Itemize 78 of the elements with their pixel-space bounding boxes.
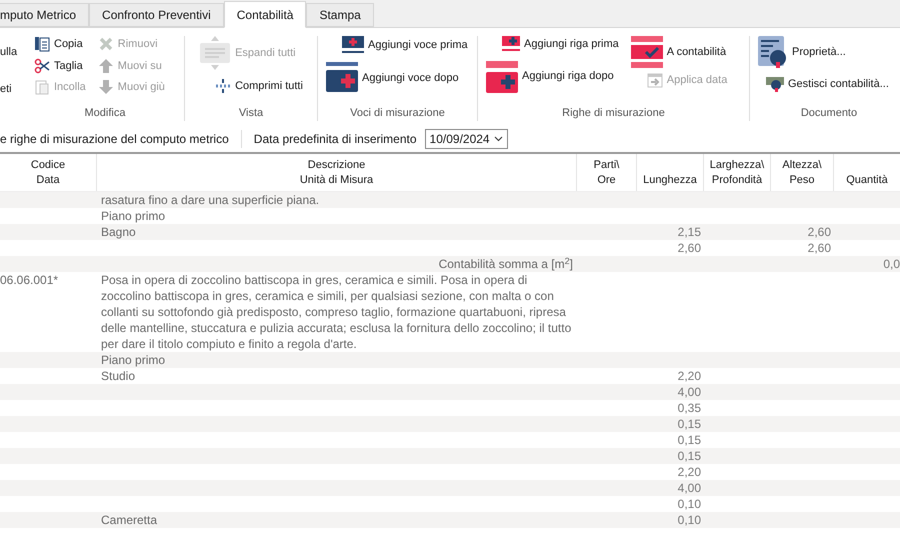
table-row[interactable]: rasatura fino a dare una superficie piana. (0, 192, 900, 208)
table-row[interactable]: Piano primo (0, 352, 900, 368)
table-cell: 06.06.001* (0, 273, 58, 287)
ribbon-button[interactable]: Comprimi tutti (215, 78, 303, 94)
collapse-icon (215, 78, 232, 94)
table-cell: 0,10 (678, 497, 701, 511)
ribbon-button[interactable]: eti (0, 80, 30, 97)
add-above-icon (342, 36, 364, 54)
table-cell: 0,10 (678, 513, 701, 527)
option-label: e righe di misurazione del computo metrico (0, 130, 242, 148)
table-cell: 2,20 (678, 369, 701, 383)
table-cell: 0,0 (883, 257, 900, 271)
column-header[interactable]: Lunghezza (637, 154, 704, 191)
table-row[interactable]: Bagno 2,15 2,60 (0, 224, 900, 240)
option-label: Data predefinita di inserimento (252, 130, 418, 148)
table-cell: Bagno (101, 225, 136, 239)
ribbon-button[interactable]: Aggiungi voce prima (342, 36, 468, 54)
group-label: Documento (800, 106, 858, 120)
column-header[interactable]: Descrizione Unità di Misura (97, 154, 577, 191)
ribbon-tab[interactable]: Stampa (306, 3, 374, 27)
column-header[interactable]: Larghezza\ Profondità (704, 154, 771, 191)
table-row[interactable]: 0,15 (0, 448, 900, 464)
table-cell: 0,15 (678, 433, 701, 447)
add-below-icon (326, 62, 358, 94)
column-header[interactable]: Quantità (834, 154, 900, 191)
table-cell: Studio (101, 369, 136, 383)
group-label: Vista (238, 106, 264, 120)
table-cell: Cameretta (101, 513, 158, 527)
group-label: Voci di misurazione (349, 106, 446, 120)
table-cell: 4,00 (678, 481, 701, 495)
column-header[interactable]: Codice Data (0, 154, 97, 191)
table-row[interactable]: Cameretta 0,10 (0, 512, 900, 528)
ribbon-button[interactable]: A contabilità (630, 36, 726, 68)
table-cell: 0,15 (678, 449, 701, 463)
date-dropdown[interactable]: 10/09/2024 (424, 128, 508, 148)
table-cell: 2,15 (678, 225, 701, 239)
table-cell: 2,60 (678, 241, 701, 255)
table-cell: Piano primo (101, 353, 166, 367)
table-cell: 4,00 (678, 385, 701, 399)
table-cell: Piano primo (101, 209, 166, 223)
cross-icon (98, 36, 114, 52)
table-cell: 2,20 (678, 465, 701, 479)
checked-row-icon (630, 36, 663, 68)
ribbon-tab[interactable]: Contabilità (224, 1, 306, 28)
table-row[interactable]: 4,00 (0, 480, 900, 496)
table-cell: 2,60 (808, 241, 831, 255)
add-above-icon (502, 36, 520, 52)
chevron-down-icon (494, 136, 503, 142)
scissors-icon (34, 58, 50, 74)
ribbon-button[interactable]: Taglia (34, 58, 86, 74)
expand-icon (199, 36, 232, 70)
table-cell: 2,60 (808, 225, 831, 239)
table-cell: Contabilità somma a [m$^{2}$] (438, 257, 573, 271)
ribbon-button[interactable]: Aggiungi voce dopo (326, 62, 459, 94)
add-below-icon (486, 60, 518, 92)
ribbon-button[interactable]: Copia (34, 36, 86, 52)
group-label: Modifica (84, 106, 126, 120)
ribbon-tab[interactable]: Confronto Preventivi (89, 3, 224, 27)
table-cell: 0,35 (678, 401, 701, 415)
ribbon-button[interactable]: Gestisci contabilità... (766, 76, 889, 92)
table-cell-text: Posa in opera di zoccolino battiscopa in gres, ceramica e simili. Posa in opera di zoccolino battiscopa in gres, ceramica e simili, per qualsiasi sezione, con malta o con collanti su sottofondo già predisposto, compreso taglio, formazione quartabuoni, ripresa delle mantelline, stuccatura e pulizia accurata; esclusa la fornitura dello zoccolino; il tutto per dare il titolo compiuto e finito a regola d'arte. (101, 272, 572, 352)
table-cell: rasatura fino a dare una superficie piana. (101, 193, 320, 207)
clipboard-icon (34, 79, 50, 96)
group-label: Righe di misurazione (561, 106, 666, 120)
table-row[interactable]: 4,00 (0, 384, 900, 400)
ribbon-tab[interactable]: mputo Metrico (0, 3, 90, 27)
copy-icon (34, 36, 50, 52)
ribbon-button[interactable]: ulla (0, 44, 30, 60)
column-header[interactable]: Altezza\ Peso (771, 154, 834, 191)
table-row[interactable]: 0,15 (0, 416, 900, 432)
ribbon-button[interactable]: Proprietà... (758, 36, 846, 68)
ribbon-button[interactable]: Aggiungi riga dopo (486, 60, 614, 92)
table-cell: 0,15 (678, 417, 701, 431)
table-row[interactable]: Contabilità somma a [m$^{2}$] 0,0 (0, 256, 900, 272)
arrow-up-icon (98, 58, 114, 74)
arrow-down-icon (98, 79, 114, 96)
ribbon-button[interactable]: Aggiungi riga prima (502, 36, 619, 52)
column-header[interactable]: Parti\ Ore (577, 154, 637, 191)
